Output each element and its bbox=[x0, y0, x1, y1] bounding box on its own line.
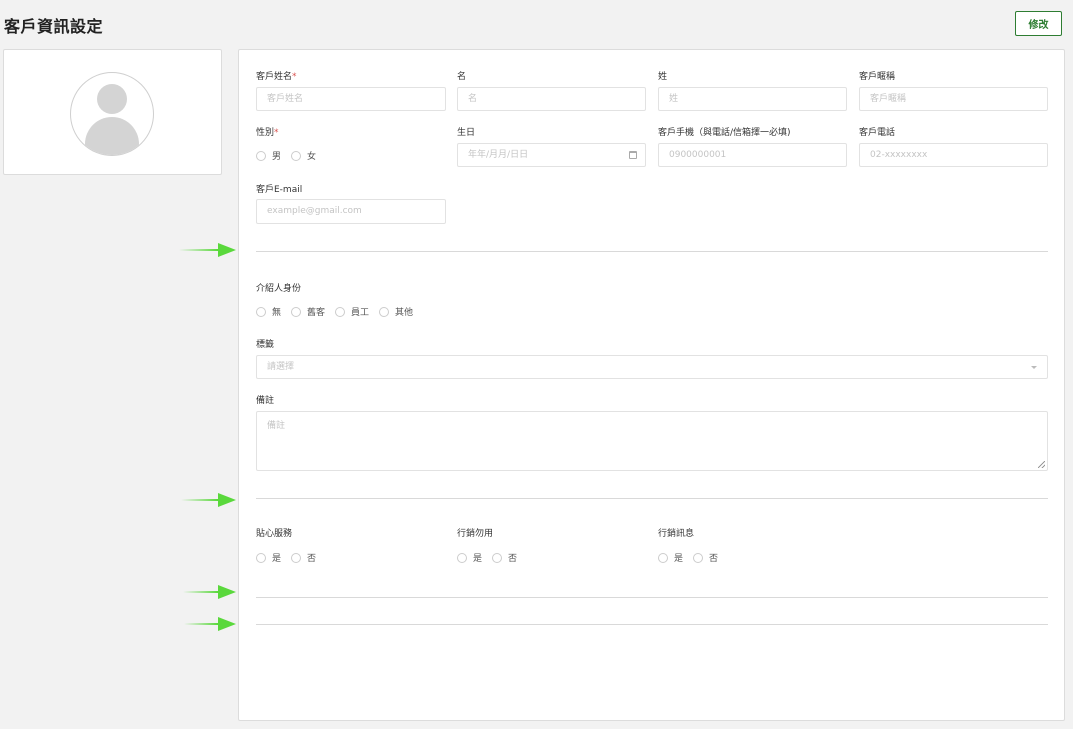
referrer-label: 介紹人身份 bbox=[256, 284, 302, 294]
chevron-down-icon bbox=[1031, 366, 1037, 369]
referrer-other-radio[interactable]: 其他 bbox=[379, 305, 413, 318]
marketing-msg-radio-group: 是 否 bbox=[658, 551, 728, 564]
section-divider bbox=[256, 597, 1048, 598]
section-divider bbox=[256, 251, 1048, 252]
marketing-msg-yes-radio[interactable]: 是 bbox=[658, 551, 683, 564]
last-name-label: 姓 bbox=[658, 72, 668, 82]
arrow-right-icon bbox=[179, 243, 236, 257]
radio-circle-icon bbox=[658, 552, 668, 563]
phone-input[interactable]: 02-xxxxxxxx bbox=[859, 143, 1048, 167]
no-marketing-radio-group: 是 否 bbox=[457, 551, 527, 564]
radio-circle-icon bbox=[492, 552, 503, 563]
care-service-yes-radio[interactable]: 是 bbox=[256, 551, 281, 564]
no-marketing-no-radio[interactable]: 否 bbox=[492, 551, 517, 564]
tags-placeholder: 請選擇 bbox=[267, 362, 295, 372]
phone-label: 客戶電話 bbox=[859, 128, 896, 138]
edit-button[interactable]: 修改 bbox=[1015, 11, 1062, 36]
nickname-label: 客戶暱稱 bbox=[859, 72, 896, 82]
notes-textarea[interactable]: 備註 bbox=[256, 411, 1048, 471]
required-mark: * bbox=[292, 72, 297, 82]
section-divider bbox=[256, 498, 1048, 499]
customer-name-input[interactable]: 客戶姓名 bbox=[256, 87, 446, 111]
marketing-msg-no-radio[interactable]: 否 bbox=[693, 551, 718, 564]
customer-name-label: 客戶姓名* bbox=[256, 72, 297, 82]
nickname-input[interactable]: 客戶暱稱 bbox=[859, 87, 1048, 111]
no-marketing-yes-radio[interactable]: 是 bbox=[457, 551, 482, 564]
customer-form: 客戶姓名* 客戶姓名 名 名 姓 姓 客戶暱稱 客戶暱稱 性別* 男 女 生日 … bbox=[238, 49, 1065, 721]
radio-circle-icon bbox=[256, 150, 266, 161]
radio-circle-icon bbox=[291, 150, 302, 161]
radio-circle-icon bbox=[693, 552, 704, 563]
radio-circle-icon bbox=[291, 552, 302, 563]
arrow-right-icon bbox=[183, 585, 236, 599]
care-service-label: 貼心服務 bbox=[256, 529, 293, 539]
tags-label: 標籤 bbox=[256, 340, 275, 350]
gender-radio-group: 男 女 bbox=[256, 149, 326, 162]
radio-circle-icon bbox=[256, 306, 266, 317]
no-marketing-label: 行銷勿用 bbox=[457, 529, 494, 539]
radio-circle-icon bbox=[291, 306, 302, 317]
radio-circle-icon bbox=[457, 552, 467, 563]
avatar-body bbox=[85, 117, 139, 155]
required-mark: * bbox=[274, 128, 279, 138]
care-service-radio-group: 是 否 bbox=[256, 551, 326, 564]
email-input[interactable]: example@gmail.com bbox=[256, 199, 446, 224]
arrow-right-icon bbox=[181, 493, 236, 507]
section-divider bbox=[256, 624, 1048, 625]
notes-label: 備註 bbox=[256, 396, 275, 406]
radio-circle-icon bbox=[256, 552, 266, 563]
email-label: 客戶E-mail bbox=[256, 185, 303, 195]
gender-label: 性別* bbox=[256, 128, 279, 138]
birthday-placeholder: 年年/月月/日日 bbox=[468, 150, 529, 160]
radio-circle-icon bbox=[379, 306, 390, 317]
referrer-radio-group: 無 舊客 員工 其他 bbox=[256, 305, 423, 318]
resize-handle-icon[interactable] bbox=[1038, 461, 1045, 468]
notes-placeholder: 備註 bbox=[267, 421, 286, 431]
calendar-icon[interactable] bbox=[629, 151, 637, 159]
referrer-old-customer-radio[interactable]: 舊客 bbox=[291, 305, 325, 318]
tags-select[interactable]: 請選擇 bbox=[256, 355, 1048, 379]
arrow-right-icon bbox=[184, 617, 236, 631]
radio-circle-icon bbox=[335, 306, 346, 317]
referrer-none-radio[interactable]: 無 bbox=[256, 305, 281, 318]
avatar-card bbox=[3, 49, 222, 175]
last-name-input[interactable]: 姓 bbox=[658, 87, 847, 111]
birthday-input[interactable]: 年年/月月/日日 bbox=[457, 143, 646, 167]
gender-female-radio[interactable]: 女 bbox=[291, 149, 316, 162]
care-service-no-radio[interactable]: 否 bbox=[291, 551, 316, 564]
avatar-head bbox=[97, 84, 127, 114]
avatar-placeholder-icon[interactable] bbox=[70, 72, 154, 156]
birthday-label: 生日 bbox=[457, 128, 476, 138]
referrer-employee-radio[interactable]: 員工 bbox=[335, 305, 369, 318]
marketing-msg-label: 行銷訊息 bbox=[658, 529, 695, 539]
page-title: 客戶資訊設定 bbox=[4, 17, 104, 36]
first-name-label: 名 bbox=[457, 72, 467, 82]
first-name-input[interactable]: 名 bbox=[457, 87, 646, 111]
mobile-input[interactable]: 0900000001 bbox=[658, 143, 847, 167]
mobile-label: 客戶手機（與電話/信箱擇一必填) bbox=[658, 128, 791, 138]
gender-male-radio[interactable]: 男 bbox=[256, 149, 281, 162]
